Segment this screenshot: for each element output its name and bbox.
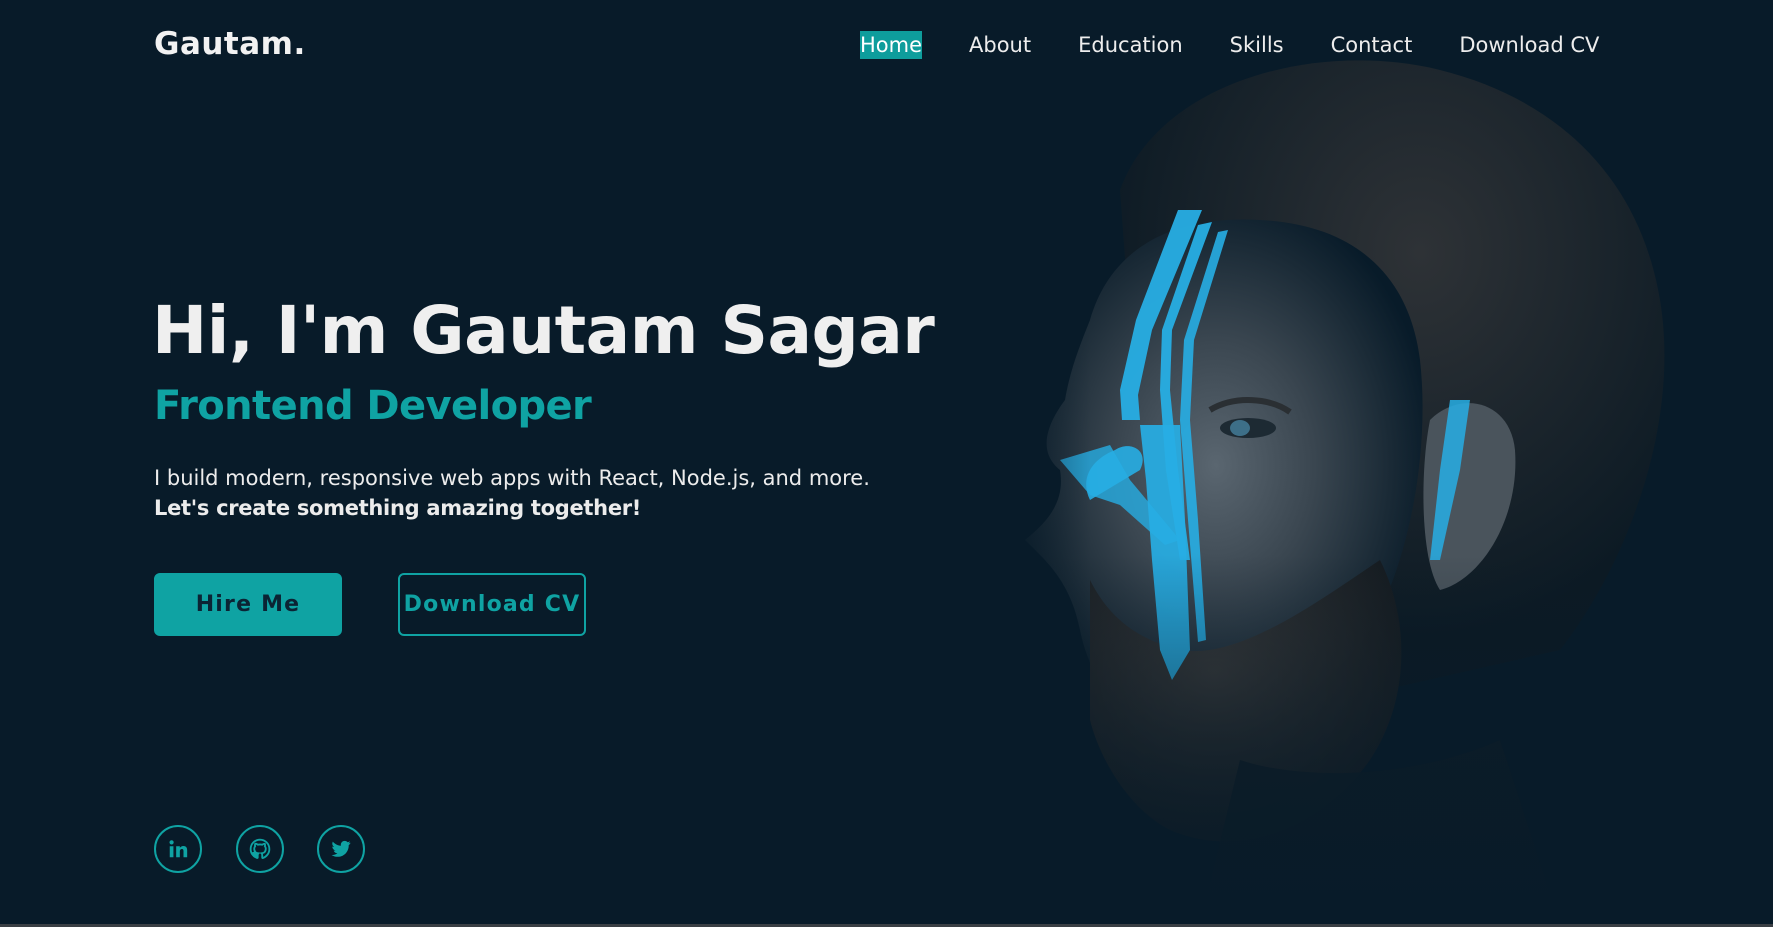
hero-page: Gautam. Home About Education Skills Cont… [0,0,1773,924]
twitter-icon [330,838,352,860]
github-icon [249,838,271,860]
hero-tagline: Let's create something amazing together! [154,496,642,520]
nav-link-contact[interactable]: Contact [1331,31,1413,59]
linkedin-link[interactable] [154,825,202,873]
hero-description-text: I build modern, responsive web apps with… [154,466,870,490]
main-nav: Home About Education Skills Contact Down… [860,31,1599,59]
hero-portrait-image [940,0,1773,924]
nav-link-download-cv[interactable]: Download CV [1459,31,1599,59]
nav-link-education[interactable]: Education [1078,31,1183,59]
hero-role: Frontend Developer [154,383,592,429]
nav-link-about[interactable]: About [969,31,1031,59]
nav-link-skills[interactable]: Skills [1230,31,1284,59]
hero-title: Hi, I'm Gautam Sagar [152,292,935,369]
download-cv-button[interactable]: Download CV [398,573,586,636]
site-logo[interactable]: Gautam. [154,26,306,62]
hero-description: I build modern, responsive web apps with… [154,463,870,523]
twitter-link[interactable] [317,825,365,873]
github-link[interactable] [236,825,284,873]
linkedin-icon [167,838,189,860]
nav-link-home[interactable]: Home [860,31,923,59]
hire-me-button[interactable]: Hire Me [154,573,342,636]
